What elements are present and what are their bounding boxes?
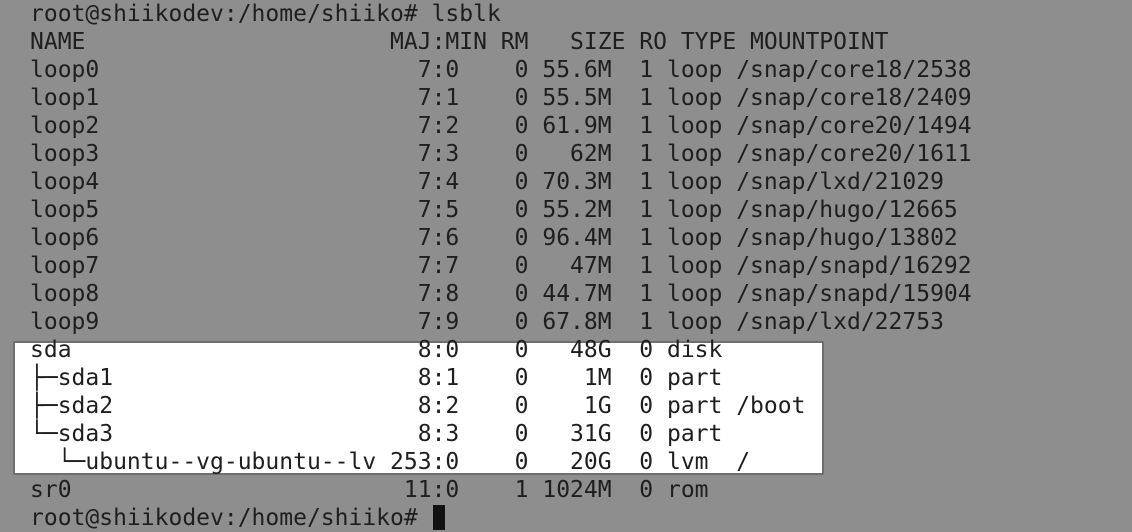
table-row: loop7 7:7 0 47M 1 loop /snap/snapd/16292 <box>30 253 972 279</box>
table-row: ├─sda2 8:2 0 1G 0 part /boot <box>30 393 806 419</box>
table-row: └─sda3 8:3 0 31G 0 part <box>30 421 723 447</box>
terminal-output: root@shiikodev:/home/shiiko# lsblk NAME … <box>30 0 972 532</box>
table-header: NAME MAJ:MIN RM SIZE RO TYPE MOUNTPOINT <box>30 29 889 55</box>
terminal-window[interactable]: root@shiikodev:/home/shiiko# lsblk NAME … <box>0 0 1132 532</box>
shell-prompt: root@shiikodev:/home/shiiko# <box>30 505 432 531</box>
table-row: loop6 7:6 0 96.4M 1 loop /snap/hugo/1380… <box>30 225 958 251</box>
shell-prompt: root@shiikodev:/home/shiiko# <box>30 1 432 27</box>
table-row: loop1 7:1 0 55.5M 1 loop /snap/core18/24… <box>30 85 972 111</box>
table-row: loop4 7:4 0 70.3M 1 loop /snap/lxd/21029 <box>30 169 944 195</box>
table-row: loop0 7:0 0 55.6M 1 loop /snap/core18/25… <box>30 57 972 83</box>
table-row: loop5 7:5 0 55.2M 1 loop /snap/hugo/1266… <box>30 197 958 223</box>
command-line: root@shiikodev:/home/shiiko# lsblk <box>30 0 972 28</box>
table-row: sr0 11:0 1 1024M 0 rom <box>30 477 709 503</box>
text-cursor <box>432 505 445 530</box>
table-row: loop9 7:9 0 67.8M 1 loop /snap/lxd/22753 <box>30 309 944 335</box>
command-text: lsblk <box>431 1 501 27</box>
table-row: sda 8:0 0 48G 0 disk <box>30 337 723 363</box>
table-row: ├─sda1 8:1 0 1M 0 part <box>30 365 723 391</box>
table-row: loop8 7:8 0 44.7M 1 loop /snap/snapd/159… <box>30 281 972 307</box>
final-prompt-line[interactable]: root@shiikodev:/home/shiiko# <box>30 504 972 532</box>
table-row: └─ubuntu--vg-ubuntu--lv 253:0 0 20G 0 lv… <box>30 449 751 475</box>
table-row: loop2 7:2 0 61.9M 1 loop /snap/core20/14… <box>30 113 972 139</box>
table-row: loop3 7:3 0 62M 1 loop /snap/core20/1611 <box>30 141 972 167</box>
